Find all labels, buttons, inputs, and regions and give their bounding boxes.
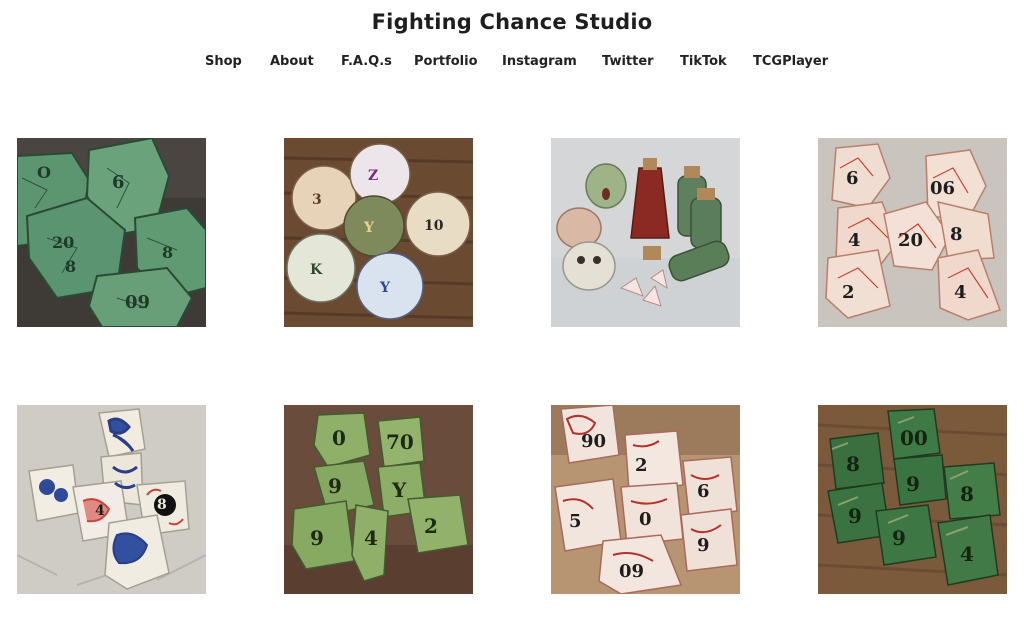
svg-text:K: K <box>310 262 323 278</box>
svg-text:5: 5 <box>569 511 582 532</box>
nav-portfolio[interactable]: Portfolio <box>414 53 478 71</box>
svg-text:2: 2 <box>842 282 855 303</box>
svg-text:9: 9 <box>697 535 710 556</box>
gallery-tile-doll-heads-potions[interactable] <box>551 138 740 327</box>
svg-text:0: 0 <box>639 509 652 530</box>
gallery-tile-green-crackle-dice[interactable]: O 6 20 8 8 09 <box>17 138 206 327</box>
nav-shop[interactable]: Shop <box>205 53 242 71</box>
nav-tiktok[interactable]: TikTok <box>680 53 727 71</box>
svg-text:00: 00 <box>900 426 928 450</box>
svg-text:9: 9 <box>848 504 862 528</box>
pastel-d20-dice-image: 3 Z 10 Y K Y <box>284 138 473 327</box>
svg-text:4: 4 <box>848 230 861 251</box>
svg-text:8: 8 <box>846 452 860 476</box>
svg-text:O: O <box>37 163 51 182</box>
svg-text:9: 9 <box>892 526 906 550</box>
svg-text:6: 6 <box>112 172 125 193</box>
svg-text:10: 10 <box>424 218 444 234</box>
dark-green-dice-image: 00 8 9 8 9 9 4 <box>818 405 1007 594</box>
light-green-dice-image: 0 70 9 Y 2 9 4 <box>284 405 473 594</box>
nav-twitter[interactable]: Twitter <box>602 53 654 71</box>
red-crackle-dice-image: 6 06 4 20 8 2 4 <box>818 138 1007 327</box>
svg-text:8: 8 <box>157 497 167 513</box>
svg-text:3: 3 <box>312 192 322 208</box>
main-nav: Shop About F.A.Q.s Portfolio Instagram T… <box>0 53 1024 73</box>
svg-text:9: 9 <box>328 474 342 498</box>
svg-text:Y: Y <box>379 280 391 296</box>
red-toile-dice-image: 90 2 6 5 0 9 09 <box>551 405 740 594</box>
gallery-tile-dark-green-dice[interactable]: 00 8 9 8 9 9 4 <box>818 405 1007 594</box>
svg-text:Y: Y <box>363 220 375 236</box>
svg-text:0: 0 <box>332 426 346 450</box>
nav-about[interactable]: About <box>270 53 314 71</box>
site-title[interactable]: Fighting Chance Studio <box>0 10 1024 34</box>
gallery-tile-pastel-d20-dice[interactable]: 3 Z 10 Y K Y <box>284 138 473 327</box>
svg-text:Z: Z <box>368 168 378 184</box>
svg-text:6: 6 <box>697 481 710 502</box>
gallery-tile-red-toile-dice[interactable]: 90 2 6 5 0 9 09 <box>551 405 740 594</box>
svg-text:20: 20 <box>52 233 74 252</box>
gallery-tile-red-crackle-dice[interactable]: 6 06 4 20 8 2 4 <box>818 138 1007 327</box>
svg-text:06: 06 <box>930 178 955 199</box>
gallery-tile-light-green-dice[interactable]: 0 70 9 Y 2 9 4 <box>284 405 473 594</box>
svg-text:2: 2 <box>424 514 438 538</box>
svg-text:9: 9 <box>310 526 324 550</box>
svg-text:8: 8 <box>162 243 173 262</box>
svg-text:6: 6 <box>846 168 859 189</box>
svg-text:8: 8 <box>950 224 963 245</box>
svg-text:09: 09 <box>619 561 644 582</box>
svg-text:4: 4 <box>954 282 967 303</box>
svg-text:90: 90 <box>581 431 606 452</box>
nav-instagram[interactable]: Instagram <box>502 53 577 71</box>
floral-porcelain-dice-image: 4 8 <box>17 405 206 594</box>
svg-text:8: 8 <box>65 257 76 276</box>
svg-text:09: 09 <box>125 292 150 313</box>
doll-heads-potions-image <box>551 138 740 327</box>
svg-text:9: 9 <box>906 472 920 496</box>
svg-text:4: 4 <box>960 542 974 566</box>
svg-text:70: 70 <box>386 430 414 454</box>
svg-text:Y: Y <box>391 478 407 502</box>
gallery-tile-floral-porcelain-dice[interactable]: 4 8 <box>17 405 206 594</box>
nav-faqs[interactable]: F.A.Q.s <box>341 53 392 71</box>
svg-text:2: 2 <box>635 455 648 476</box>
svg-text:4: 4 <box>95 503 105 519</box>
svg-text:8: 8 <box>960 482 974 506</box>
svg-text:20: 20 <box>898 230 923 251</box>
svg-text:4: 4 <box>364 526 378 550</box>
green-crackle-dice-image: O 6 20 8 8 09 <box>17 138 206 327</box>
nav-tcgplayer[interactable]: TCGPlayer <box>753 53 828 71</box>
